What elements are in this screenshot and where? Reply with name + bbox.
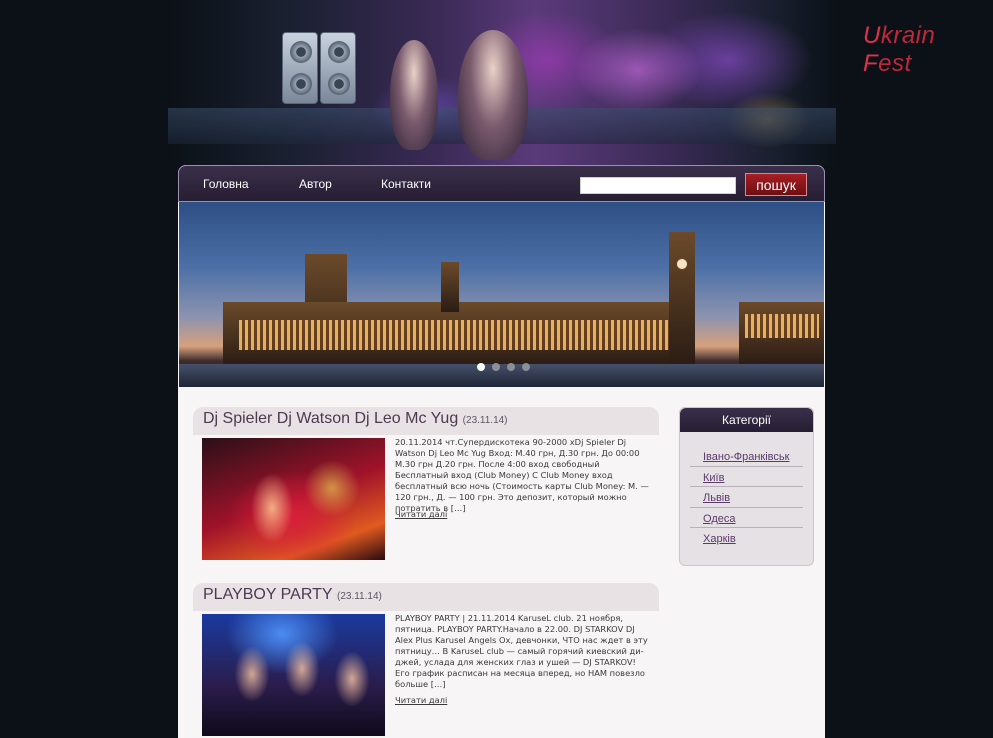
post-excerpt: 20.11.2014 чт.Супердискотека 90-2000 xDj… (395, 437, 649, 513)
post-date: (23.11.14) (337, 591, 382, 602)
list-item: Харків (690, 528, 803, 549)
categories-panel: Категорії Івано-Франківськ Київ Львів Од… (679, 407, 814, 566)
list-item: Одеса (690, 508, 803, 528)
post-image[interactable] (202, 614, 385, 736)
clock-icon (676, 258, 688, 270)
dancer-figure (390, 40, 438, 150)
slider-dot-2[interactable] (492, 363, 500, 371)
slider-dot-3[interactable] (507, 363, 515, 371)
nav-item-contacts[interactable]: Контакти (381, 177, 431, 191)
logo-letter-f: F (863, 50, 879, 77)
slider-dot-1[interactable] (477, 363, 485, 371)
building-right-lights (745, 314, 819, 338)
top-navigation: Головна Автор Контакти пошук (178, 165, 825, 202)
header-banner: Ukrain Fest (168, 0, 935, 166)
category-link-kyiv[interactable]: Київ (703, 472, 724, 484)
logo-part: krain (880, 22, 936, 49)
spire (441, 262, 459, 312)
parliament-lights (239, 320, 679, 350)
post-header: Dj Spieler Dj Watson Dj Leo Mc Yug (23.1… (193, 407, 659, 435)
clock-tower (669, 232, 695, 366)
post-date: (23.11.14) (462, 415, 508, 426)
category-link-kharkiv[interactable]: Харків (703, 533, 736, 545)
speaker-right-icon (320, 32, 356, 104)
category-link-ivano-frankivsk[interactable]: Івано-Франківськ (703, 451, 789, 463)
slider-dot-4[interactable] (522, 363, 530, 371)
post-image[interactable] (202, 438, 385, 560)
read-more-link[interactable]: Читати далі (395, 509, 447, 519)
speaker-left-icon (282, 32, 318, 104)
categories-title: Категорії (680, 408, 813, 432)
categories-list: Івано-Франківськ Київ Львів Одеса Харків (690, 446, 803, 549)
post-excerpt: PLAYBOY PARTY | 21.11.2014 KaruseL club.… (395, 613, 648, 689)
post-item: PLAYBOY PARTY (23.11.14) PLAYBOY PARTY |… (193, 583, 659, 738)
dj-figure (458, 30, 528, 160)
main-page: Головна Автор Контакти пошук Dj Spieler … (178, 165, 825, 738)
read-more-link[interactable]: Читати далі (395, 695, 447, 705)
search-button[interactable]: пошук (745, 173, 807, 196)
nav-item-author[interactable]: Автор (299, 177, 332, 191)
list-item: Львів (690, 487, 803, 508)
slider-dots (477, 363, 530, 371)
post-title[interactable]: Dj Spieler Dj Watson Dj Leo Mc Yug (203, 410, 458, 427)
list-item: Івано-Франківськ (690, 446, 803, 467)
logo-letter-u: U (863, 22, 881, 49)
nav-item-home[interactable]: Головна (203, 177, 249, 191)
image-slider[interactable] (179, 202, 824, 387)
site-logo[interactable]: Ukrain Fest (863, 22, 935, 78)
logo-part-end: est (878, 50, 912, 77)
category-link-odesa[interactable]: Одеса (703, 513, 735, 525)
search-input[interactable] (580, 177, 736, 194)
post-item: Dj Spieler Dj Watson Dj Leo Mc Yug (23.1… (193, 407, 659, 567)
post-header: PLAYBOY PARTY (23.11.14) (193, 583, 659, 611)
post-title[interactable]: PLAYBOY PARTY (203, 586, 333, 603)
list-item: Київ (690, 467, 803, 487)
category-link-lviv[interactable]: Львів (703, 492, 730, 504)
